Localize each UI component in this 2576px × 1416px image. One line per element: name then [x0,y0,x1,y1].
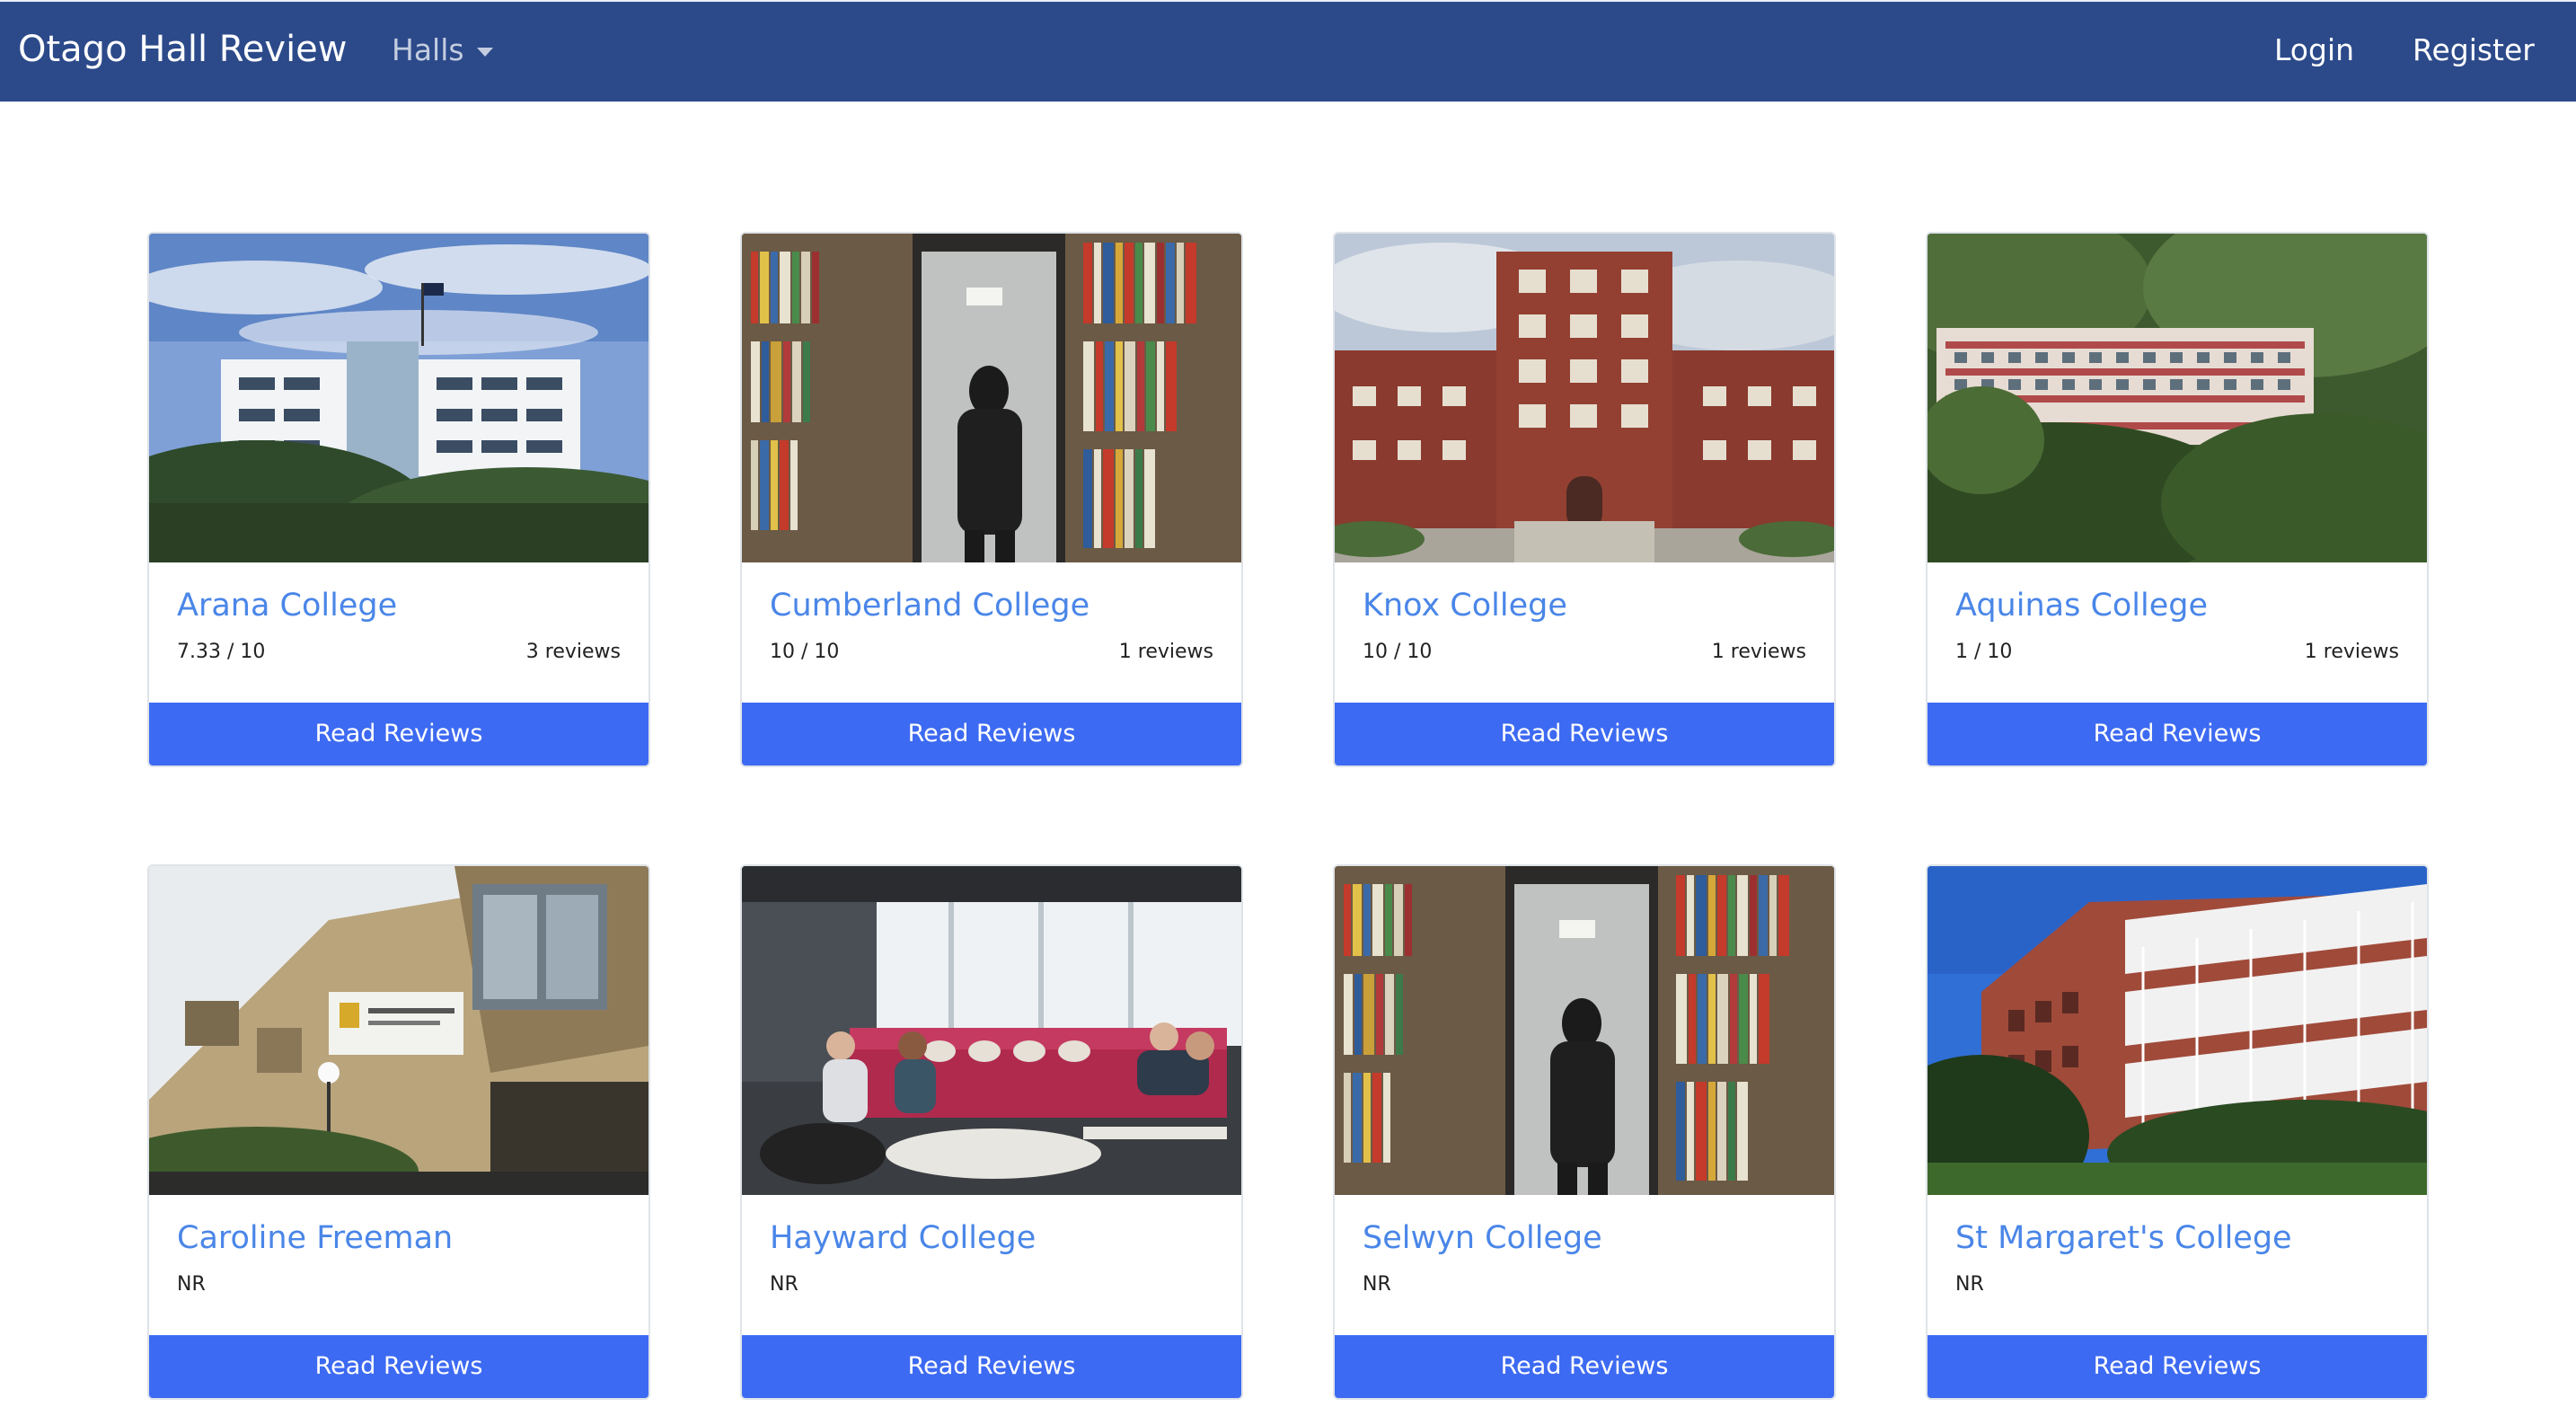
read-reviews-button[interactable]: Read Reviews [1928,1335,2427,1398]
hall-rating: 7.33 / 10 [177,641,266,663]
read-reviews-button[interactable]: Read Reviews [1335,703,1834,766]
read-reviews-button[interactable]: Read Reviews [149,1335,648,1398]
hall-photo-cumberland [742,234,1241,562]
login-link[interactable]: Login [2274,31,2354,70]
hall-review-count: 3 reviews [525,641,621,663]
hall-rating: 10 / 10 [1363,641,1433,663]
hall-review-count: 1 reviews [2304,641,2399,663]
hall-title[interactable]: Caroline Freeman [177,1218,453,1258]
hall-title[interactable]: Arana College [177,586,397,625]
hall-rating: 10 / 10 [770,641,840,663]
halls-label: Halls [392,32,464,67]
hall-card-selwyn: Selwyn College NR Read Reviews [1333,864,1836,1400]
hall-review-count: 1 reviews [1118,641,1213,663]
hall-title[interactable]: Hayward College [770,1218,1036,1258]
hall-card-cumberland: Cumberland College 10 / 10 1 reviews Rea… [740,232,1243,767]
read-reviews-button[interactable]: Read Reviews [149,703,648,766]
hall-photo-hayward [742,866,1241,1195]
hall-card-hayward: Hayward College NR Read Reviews [740,864,1243,1400]
hall-rating: NR [177,1273,206,1296]
hall-review-count: 1 reviews [1711,641,1806,663]
hall-rating: NR [1955,1273,1984,1296]
hall-photo-selwyn [1335,866,1834,1195]
hall-photo-arana [149,234,648,562]
hall-rating: 1 / 10 [1955,641,2013,663]
hall-rating: NR [1363,1273,1391,1296]
halls-dropdown-toggle[interactable]: Halls [392,31,493,70]
read-reviews-button[interactable]: Read Reviews [742,1335,1241,1398]
hall-title[interactable]: Cumberland College [770,586,1090,625]
read-reviews-button[interactable]: Read Reviews [1335,1335,1834,1398]
hall-card-knox: Knox College 10 / 10 1 reviews Read Revi… [1333,232,1836,767]
hall-card-arana: Arana College 7.33 / 10 3 reviews Read R… [147,232,650,767]
hall-photo-caroline-freeman [149,866,648,1195]
caret-down-icon [476,47,493,57]
read-reviews-button[interactable]: Read Reviews [742,703,1241,766]
brand-link[interactable]: Otago Hall Review [18,27,348,72]
hall-card-st-margarets: St Margaret's College NR Read Reviews [1926,864,2429,1400]
hall-card-aquinas: Aquinas College 1 / 10 1 reviews Read Re… [1926,232,2429,767]
hall-photo-knox [1335,234,1834,562]
hall-title[interactable]: Selwyn College [1363,1218,1602,1258]
hall-title[interactable]: Knox College [1363,586,1567,625]
hall-card-caroline-freeman: Caroline Freeman NR Read Reviews [147,864,650,1400]
hall-title[interactable]: St Margaret's College [1955,1218,2292,1258]
hall-rating: NR [770,1273,798,1296]
navbar: Otago Hall Review Halls Login Register [0,0,2576,102]
hall-photo-st-margarets [1928,866,2427,1195]
hall-photo-aquinas [1928,234,2427,562]
read-reviews-button[interactable]: Read Reviews [1928,703,2427,766]
hall-title[interactable]: Aquinas College [1955,586,2208,625]
register-link[interactable]: Register [2413,31,2535,70]
